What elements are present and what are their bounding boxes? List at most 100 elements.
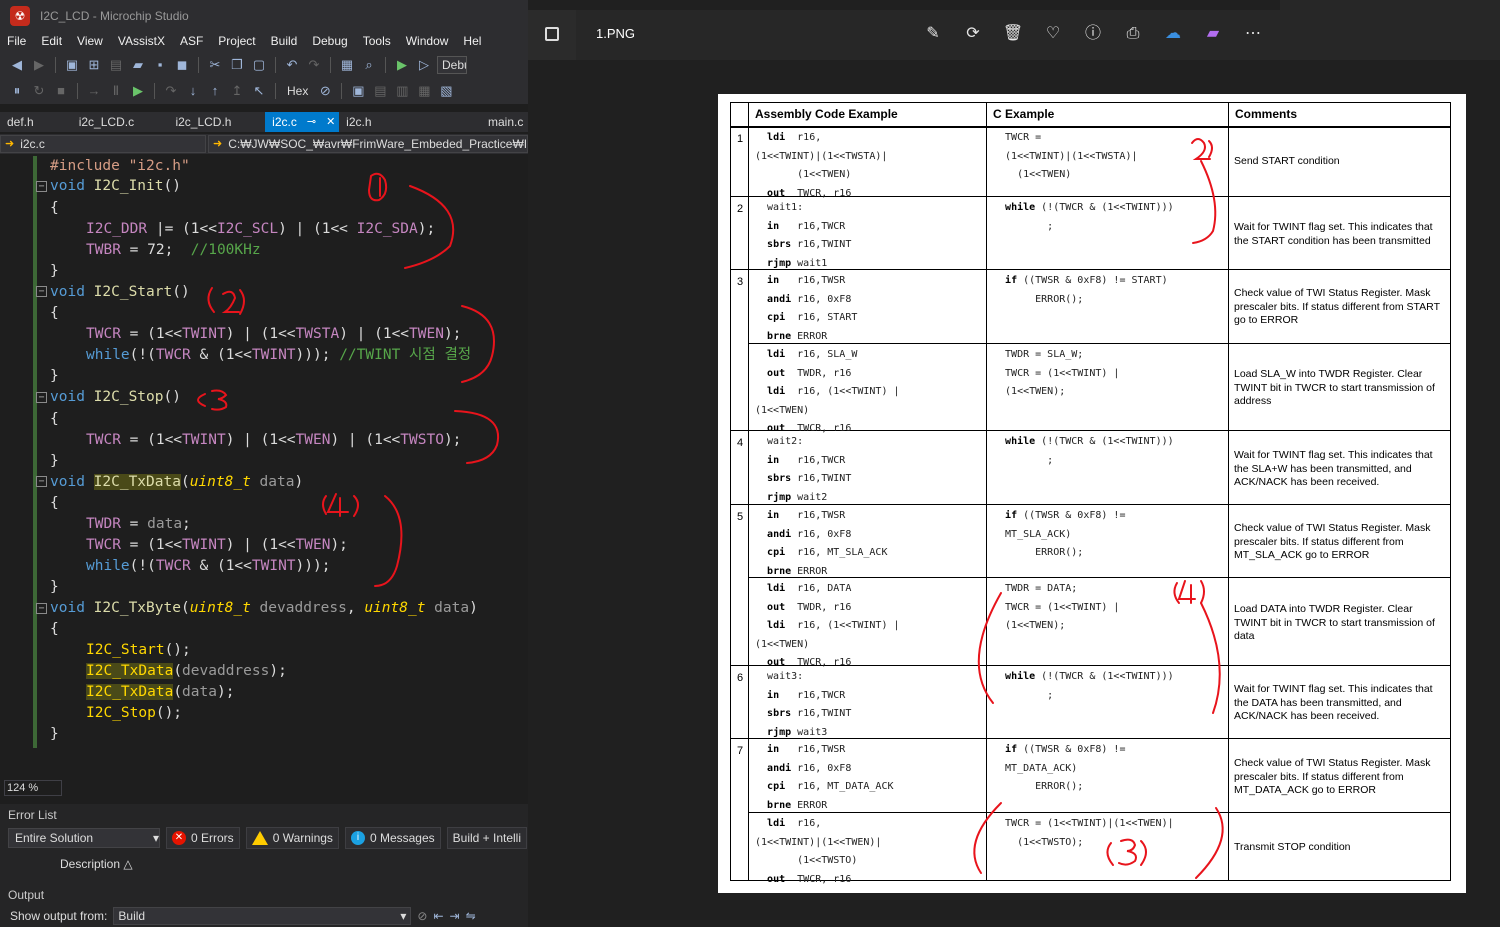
undo-icon[interactable]: ↶ xyxy=(283,56,301,74)
code-line: #include "i2c.h" xyxy=(50,158,190,174)
processor-view-icon[interactable]: ▧ xyxy=(437,82,455,100)
warnings-filter-button[interactable]: 0 Warnings xyxy=(245,827,339,849)
zoom-dropdown[interactable]: 124 % xyxy=(4,780,62,796)
clear-all-icon[interactable]: ⇋ xyxy=(466,909,476,923)
add-item-icon[interactable]: ▤ xyxy=(107,56,125,74)
fold-toggle[interactable]: − xyxy=(36,603,47,614)
tab-i2c-h[interactable]: i2c.h xyxy=(339,112,408,132)
step-into-icon[interactable]: ↓ xyxy=(184,82,202,100)
fold-toggle[interactable]: − xyxy=(36,476,47,487)
back-icon[interactable]: ◀ xyxy=(8,56,26,74)
delete-icon[interactable]: 🗑 xyxy=(998,22,1028,46)
messages-count: 0 Messages xyxy=(369,831,435,845)
hex-toggle-button[interactable]: Hex xyxy=(283,84,312,98)
find-message-icon[interactable]: ⊘ xyxy=(417,909,427,923)
description-column-header[interactable]: Description △ xyxy=(0,854,528,874)
c-block: if ((TWSR & 0xF8) != MT_SLA_ACK) ERROR()… xyxy=(1005,510,1126,558)
menu-asf[interactable]: ASF xyxy=(173,34,211,48)
more-icon[interactable]: ⋯ xyxy=(1238,22,1268,46)
pin-icon[interactable]: ⊸ xyxy=(307,115,316,132)
code-line: TWCR = (1<<TWINT) | (1<<TWEN) | (1<<TWST… xyxy=(86,432,462,448)
comment-cell: Wait for TWINT flag set. This indicates … xyxy=(1234,449,1433,488)
onedrive-icon[interactable]: ☁ xyxy=(1158,22,1188,46)
redo-icon[interactable]: ↷ xyxy=(305,56,323,74)
error-scope-dropdown[interactable]: Entire Solution ▾ xyxy=(8,828,160,848)
cursor-icon[interactable]: ↖ xyxy=(250,82,268,100)
step-over-icon[interactable]: ↷ xyxy=(162,82,180,100)
print-icon[interactable]: ⎙ xyxy=(1118,22,1148,46)
reset-icon[interactable]: ↻ xyxy=(30,82,48,100)
clipchamp-icon[interactable]: ▰ xyxy=(1198,22,1228,46)
menu-file[interactable]: File xyxy=(0,34,34,48)
ide-window: ☢ I2C_LCD - Microchip Studio File Edit V… xyxy=(0,0,528,927)
registers-icon[interactable]: ▥ xyxy=(393,82,411,100)
paste-icon[interactable]: ▢ xyxy=(250,56,268,74)
continue-icon[interactable]: ▶ xyxy=(129,82,147,100)
menu-project[interactable]: Project xyxy=(211,34,263,48)
stop-icon[interactable]: ■ xyxy=(52,82,70,100)
save-all-icon[interactable]: ◼ xyxy=(173,56,191,74)
tab-def-h[interactable]: def.h xyxy=(0,112,72,132)
cut-icon[interactable]: ✂ xyxy=(206,56,224,74)
solution-explorer-icon[interactable]: ▦ xyxy=(338,56,356,74)
open-folder-icon[interactable]: ▰ xyxy=(129,56,147,74)
tab-i2c-lcd-h[interactable]: i2c_LCD.h xyxy=(168,112,265,132)
fold-toggle[interactable]: − xyxy=(36,286,47,297)
start-debugging-icon[interactable]: ▶ xyxy=(393,56,411,74)
new-project-icon[interactable]: ▣ xyxy=(63,56,81,74)
menu-window[interactable]: Window xyxy=(399,34,457,48)
errors-filter-button[interactable]: ✕ 0 Errors xyxy=(166,827,240,849)
build-intellisense-dropdown[interactable]: Build + Intelli xyxy=(446,827,527,849)
c-block: while (!(TWCR & (1<<TWINT))) ; xyxy=(1005,671,1174,701)
error-icon: ✕ xyxy=(172,831,186,845)
windows-dropdown-icon[interactable]: ▣ xyxy=(349,82,367,100)
standard-toolbar: ◀ ▶ ▣ ⊞ ▤ ▰ ▪ ◼ ✂ ❐ ▢ ↶ ↷ ▦ ⌕ ▶ ▷ Debu xyxy=(0,52,528,78)
disassembly-icon[interactable]: ⏸ xyxy=(8,82,26,100)
memory-icon[interactable]: ▤ xyxy=(371,82,389,100)
file-scope-dropdown[interactable]: ➜ i2c.c xyxy=(0,135,206,153)
watch-icon[interactable]: ▦ xyxy=(415,82,433,100)
rotate-icon[interactable]: ⟳ xyxy=(958,22,988,46)
menu-view[interactable]: View xyxy=(70,34,111,48)
config-dropdown[interactable]: Debu xyxy=(437,56,467,74)
nav-path-label: C:₩JW₩SOC_₩avr₩FrimWare_Embeded_Practice… xyxy=(228,137,528,151)
arrow-right-icon: ➜ xyxy=(5,138,15,150)
edit-icon[interactable]: ✎ xyxy=(918,22,948,46)
breakpoints-icon[interactable]: ⊘ xyxy=(316,82,334,100)
save-icon[interactable]: ▪ xyxy=(151,56,169,74)
gallery-button[interactable] xyxy=(528,10,576,60)
fold-toggle[interactable]: − xyxy=(36,392,47,403)
comment-cell: Wait for TWINT flag set. This indicates … xyxy=(1234,221,1433,247)
find-icon[interactable]: ⌕ xyxy=(360,56,378,74)
asm-block: ldi r16, DATA out TWDR, r16 ldi r16, (1<… xyxy=(755,583,900,668)
menu-help[interactable]: Hel xyxy=(456,34,489,48)
header-comments: Comments xyxy=(1235,107,1298,121)
menu-build[interactable]: Build xyxy=(264,34,306,48)
tab-i2c-lcd-c[interactable]: i2c_LCD.c xyxy=(72,112,169,132)
fold-toggle[interactable]: − xyxy=(36,181,47,192)
menu-debug[interactable]: Debug xyxy=(305,34,355,48)
step-out-icon[interactable]: ↑ xyxy=(206,82,224,100)
output-source-dropdown[interactable]: Build ▾ xyxy=(113,907,412,925)
forward-icon[interactable]: ▶ xyxy=(30,56,48,74)
info-icon[interactable]: ⓘ xyxy=(1078,22,1108,46)
start-without-debugging-icon[interactable]: ▷ xyxy=(415,56,433,74)
go-to-next-icon[interactable]: ⇥ xyxy=(450,909,460,923)
tab-main-c[interactable]: main.c xyxy=(408,112,528,132)
menu-tools[interactable]: Tools xyxy=(356,34,399,48)
tab-i2c-c[interactable]: i2c.c ⊸ ✕ xyxy=(265,112,340,132)
pause-icon[interactable]: Ⅱ xyxy=(107,82,125,100)
messages-filter-button[interactable]: i 0 Messages xyxy=(344,827,441,849)
new-item-icon[interactable]: ⊞ xyxy=(85,56,103,74)
code-editor[interactable]: #include "i2c.h" − void I2C_Init() { I2C… xyxy=(0,156,528,778)
favorite-icon[interactable]: ♡ xyxy=(1038,22,1068,46)
copy-icon[interactable]: ❐ xyxy=(228,56,246,74)
run-to-cursor-icon[interactable]: ↥ xyxy=(228,82,246,100)
path-dropdown[interactable]: ➜ C:₩JW₩SOC_₩avr₩FrimWare_Embeded_Practi… xyxy=(208,135,528,153)
close-icon[interactable]: ✕ xyxy=(326,115,335,132)
menu-vassistx[interactable]: VAssistX xyxy=(111,34,173,48)
show-next-icon[interactable]: → xyxy=(85,82,103,100)
menu-edit[interactable]: Edit xyxy=(34,34,70,48)
code-line: { xyxy=(50,411,59,427)
go-to-previous-icon[interactable]: ⇤ xyxy=(433,909,443,923)
